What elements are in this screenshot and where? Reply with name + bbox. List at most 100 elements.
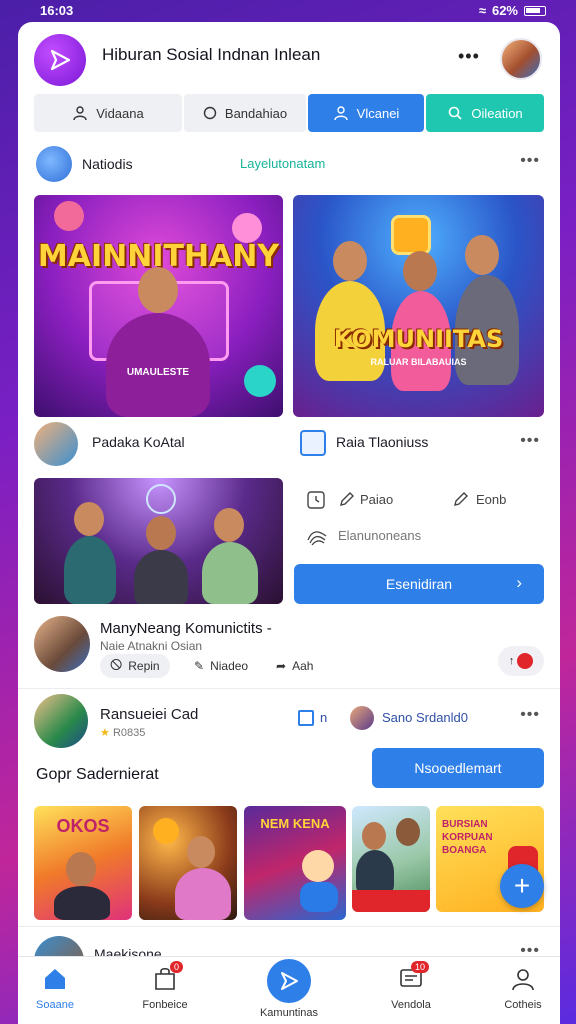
nav-label: Soaane <box>36 999 74 1011</box>
notification-badge: 0 <box>169 961 183 973</box>
feature-image-komuniitas[interactable]: KOMUNIITAS RALUAR BILABAUIAS <box>293 195 544 417</box>
bag-icon: 0 <box>149 961 183 995</box>
divider <box>18 926 560 927</box>
primary-button[interactable]: Esenidiran › <box>294 564 544 604</box>
checkbox[interactable] <box>298 710 314 726</box>
group-sub: ★ R0835 <box>100 727 146 739</box>
window-icon <box>300 430 326 456</box>
share-chip[interactable]: ➦ Aah <box>266 654 323 678</box>
thumbnail[interactable] <box>352 806 430 912</box>
edit-icon[interactable] <box>338 490 356 508</box>
person-head <box>66 852 96 886</box>
user-icon <box>73 106 87 121</box>
group-title: Ransueiei Cad <box>100 706 199 723</box>
record-button[interactable]: ↑ <box>498 646 544 676</box>
message-icon: 10 <box>395 961 429 995</box>
thumbnail[interactable]: OKOS <box>34 806 132 920</box>
section-icon <box>36 146 72 182</box>
more-options-icon[interactable]: ••• <box>520 432 540 450</box>
person-body <box>106 313 210 417</box>
notification-badge: 10 <box>410 961 429 973</box>
person-head <box>465 235 499 275</box>
group-count: n <box>320 710 328 725</box>
more-options-icon[interactable]: ••• <box>520 706 540 724</box>
repin-chip[interactable]: 🛇 Repin <box>100 654 170 678</box>
play-icon <box>50 49 71 71</box>
avatar[interactable] <box>34 616 90 672</box>
tab-vidaana[interactable]: Vidaana <box>34 94 182 132</box>
thumbnail-text: NEM KENA <box>260 816 330 831</box>
nav-home[interactable]: Soaane <box>18 963 100 1011</box>
more-options-icon[interactable]: ••• <box>458 46 480 67</box>
next-post-header: Maekisone ••• <box>34 936 544 986</box>
tab-oileation[interactable]: Oileation <box>426 94 544 132</box>
clock-icon[interactable] <box>306 490 326 510</box>
battery-icon <box>524 5 546 16</box>
person-head <box>138 267 178 313</box>
shirt-text: UMAULESTE <box>126 367 190 378</box>
feature-image-mainnithany[interactable]: MAINNITHANY UMAULESTE <box>34 195 283 417</box>
nav-community[interactable]: Kamuntinas <box>244 959 334 1019</box>
person-head <box>74 502 104 536</box>
app-logo[interactable] <box>34 34 86 86</box>
person-body <box>134 550 188 604</box>
action-label[interactable]: Paiao <box>360 492 393 507</box>
action-button[interactable]: Nsooedlemart <box>372 748 544 788</box>
status-bar: 16:03 ≈ 62% <box>0 0 576 20</box>
decor-ball <box>54 201 84 231</box>
star-icon: ★ <box>100 727 110 739</box>
edit-icon[interactable] <box>452 490 470 508</box>
more-options-icon[interactable]: ••• <box>520 152 540 170</box>
thumbnail-text: OKOS <box>56 816 110 836</box>
chip-label: Aah <box>292 659 314 673</box>
post-header-raia: Raia Tlaoniuss ••• <box>298 424 544 464</box>
thumbnail[interactable]: NEM KENA <box>244 806 346 920</box>
action-label[interactable]: Eonb <box>476 492 506 507</box>
nav-label: Cotheis <box>504 999 542 1011</box>
avatar[interactable] <box>34 422 78 466</box>
divider <box>18 688 560 689</box>
action-label[interactable]: Elanunoneans <box>338 528 421 543</box>
post-item: ManyNeang Komunictits - Naie Atnakni Osi… <box>34 614 544 680</box>
chevron-right-icon: › <box>516 573 522 592</box>
nav-label: Vendola <box>391 999 431 1011</box>
person-head <box>362 822 386 850</box>
post-author: Raia Tlaoniuss <box>336 434 429 450</box>
tab-bandahiao[interactable]: Bandahiao <box>184 94 306 132</box>
record-icon <box>517 653 534 669</box>
party-image[interactable] <box>34 478 283 604</box>
avatar[interactable] <box>34 694 88 748</box>
avatar[interactable] <box>500 38 542 80</box>
home-icon <box>39 963 71 995</box>
person-head <box>403 251 437 291</box>
person-head <box>146 516 176 550</box>
add-button[interactable]: + <box>500 864 544 908</box>
wifi-icon: ≈ <box>478 3 486 18</box>
person-body <box>175 868 231 920</box>
section-header-natiodis: Natiodis Layelutonatam ••• <box>34 144 544 184</box>
status-battery-label: 62% <box>491 3 518 18</box>
action-row-2: Elanunoneans <box>306 524 544 548</box>
tab-label: Bandahiao <box>224 105 288 121</box>
wave-icon[interactable] <box>306 526 328 546</box>
group-member: Sano Srdanld0 <box>382 710 469 725</box>
nav-messages[interactable]: 10 Vendola <box>366 961 456 1011</box>
video-chip[interactable]: ✎ Niadeo <box>184 654 258 678</box>
section-link[interactable]: Layelutonatam <box>240 156 325 171</box>
image-caption: KOMUNIITAS <box>333 325 504 353</box>
main-card: Hiburan Sosial Indnan Inlean ••• Vidaana… <box>18 22 560 1024</box>
person-head <box>214 508 244 542</box>
person-head <box>333 241 367 281</box>
thumbnail[interactable] <box>139 806 237 920</box>
status-icons: ≈ 62% <box>479 3 546 18</box>
button-label: Esenidiran <box>385 576 453 592</box>
post-header-padaka: Padaka KoAtal <box>34 422 284 466</box>
app-title: Hiburan Sosial Indnan Inlean <box>102 45 321 64</box>
tab-vlcanei[interactable]: Vlcanei <box>308 94 424 132</box>
thumbnail-text: BURSIAN KORPUAN BOANGA <box>442 819 493 856</box>
nav-shop[interactable]: 0 Fonbeice <box>120 961 210 1011</box>
nav-profile[interactable]: Cotheis <box>478 963 560 1011</box>
edit-icon: ✎ <box>194 659 205 673</box>
character-head <box>302 850 334 882</box>
avatar[interactable] <box>350 706 374 730</box>
